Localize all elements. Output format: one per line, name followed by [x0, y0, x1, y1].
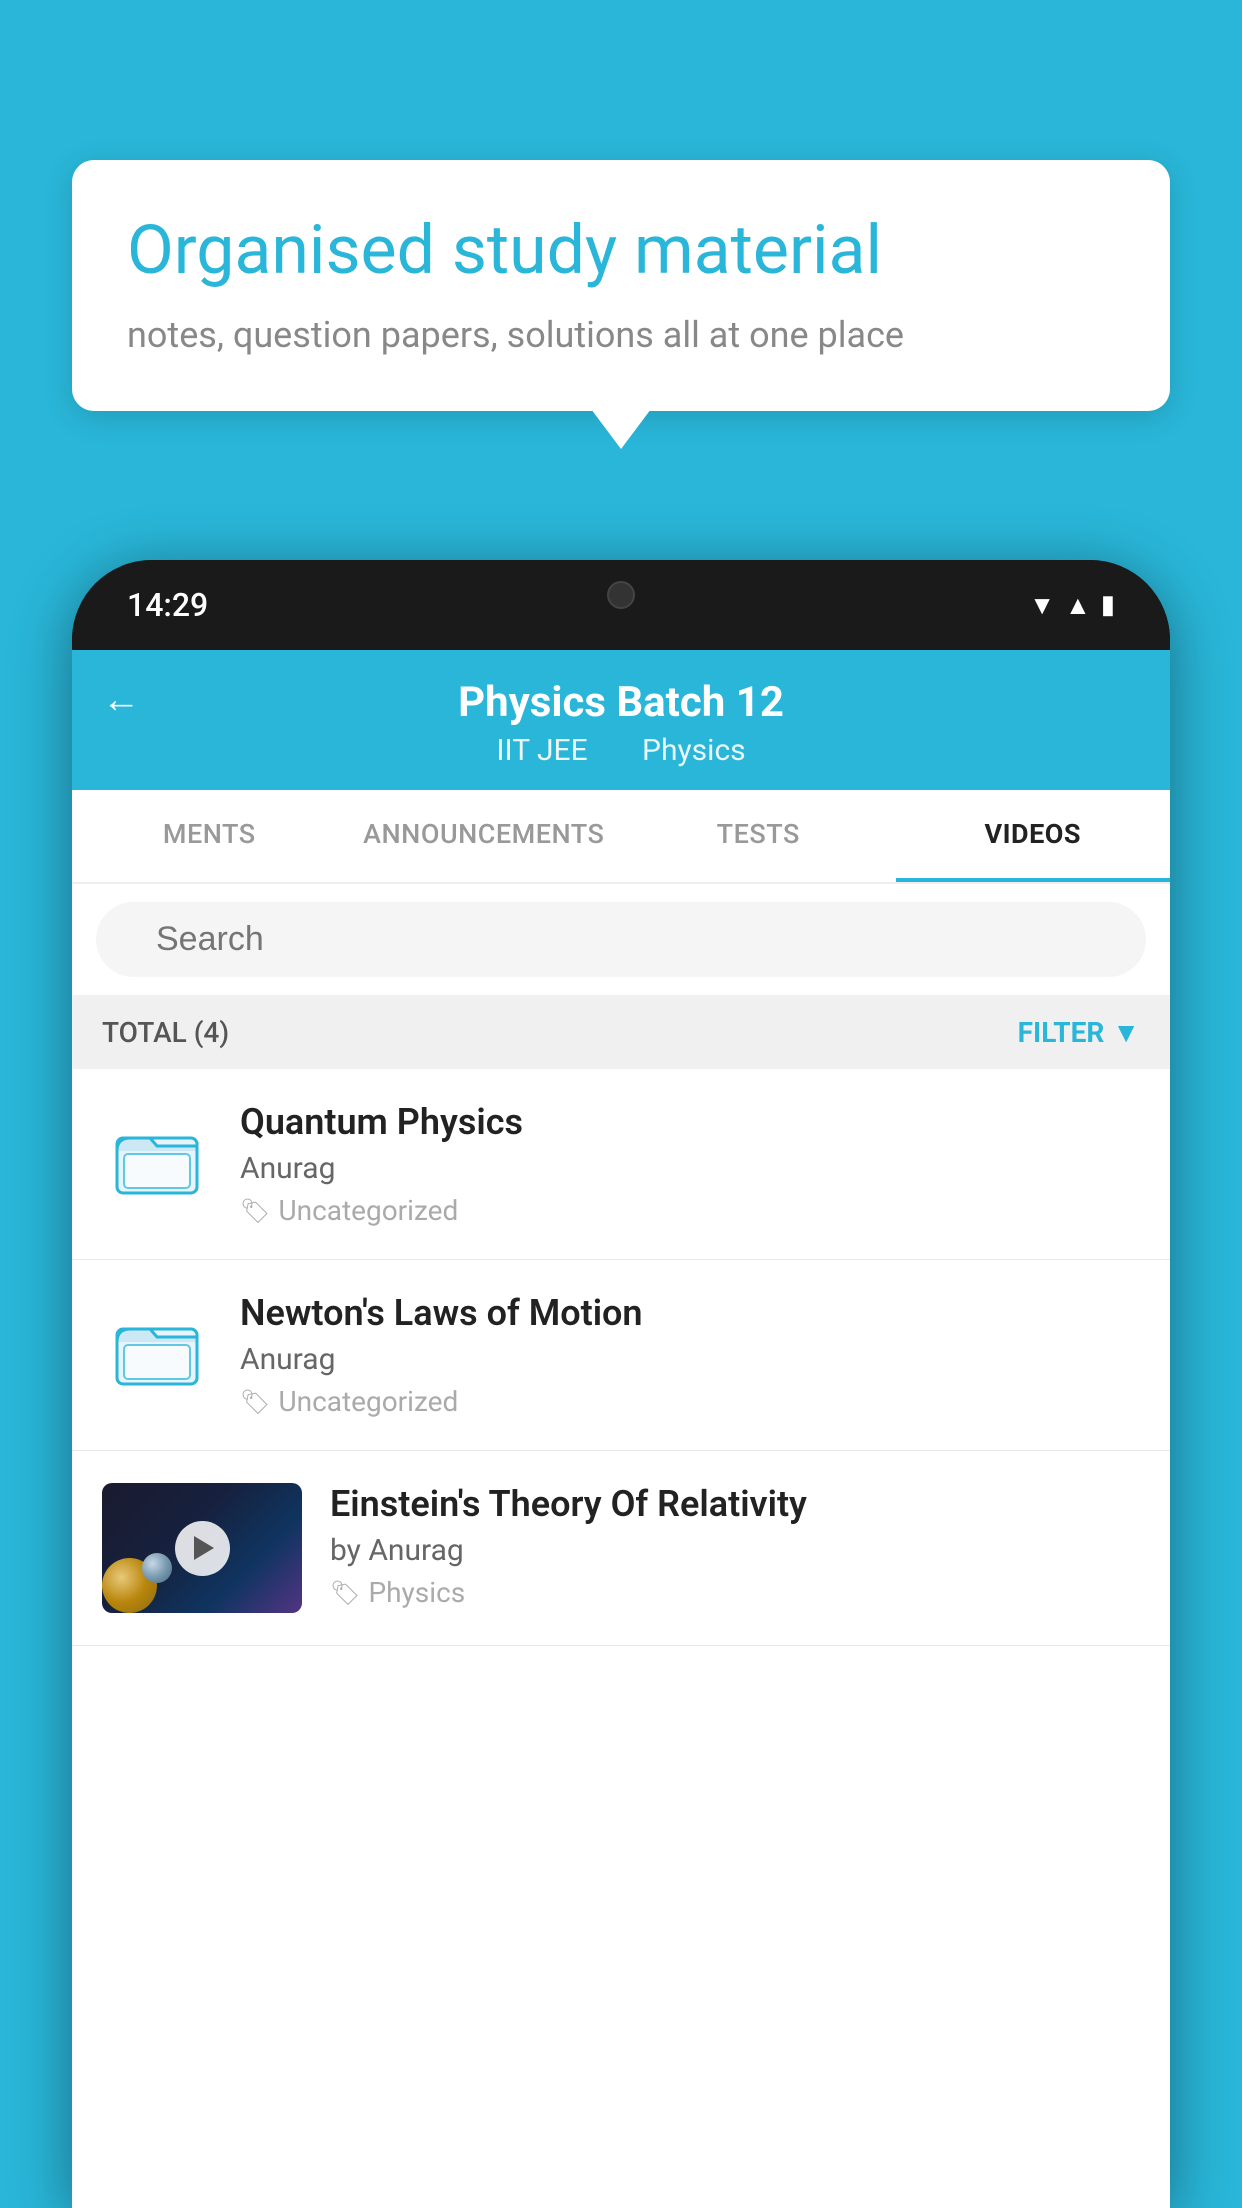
list-item[interactable]: Quantum Physics Anurag 🏷 Uncategorized — [72, 1069, 1170, 1260]
tag-icon: 🏷 — [240, 1197, 270, 1225]
phone-status-icons: ▼ ▲ ▮ — [1029, 590, 1115, 621]
play-icon — [194, 1536, 214, 1560]
video-info: Einstein's Theory Of Relativity by Anura… — [330, 1483, 1140, 1609]
speech-bubble-subtitle: notes, question papers, solutions all at… — [127, 314, 1115, 356]
phone-status-bar: 14:29 ▼ ▲ ▮ — [72, 560, 1170, 650]
video-author: Anurag — [240, 1342, 1140, 1377]
phone-screen: ← Physics Batch 12 IIT JEE Physics MENTS… — [72, 650, 1170, 2208]
total-count: TOTAL (4) — [102, 1016, 229, 1049]
video-author: Anurag — [240, 1151, 1140, 1186]
tab-videos[interactable]: VIDEOS — [896, 790, 1171, 882]
video-thumbnail — [102, 1483, 302, 1613]
search-wrapper: 🔍 — [96, 902, 1146, 977]
speech-bubble-title: Organised study material — [127, 210, 1115, 292]
subtitle-separator — [611, 733, 626, 768]
battery-icon: ▮ — [1101, 590, 1115, 620]
batch-subtitle: IIT JEE Physics — [488, 733, 753, 768]
phone-camera — [607, 581, 635, 609]
folder-icon — [112, 1307, 202, 1387]
tag-icon: 🏷 — [330, 1579, 360, 1607]
phone-frame: 14:29 ▼ ▲ ▮ ← Physics Batch 12 IIT JEE P… — [72, 560, 1170, 2208]
search-input[interactable] — [96, 902, 1146, 977]
video-author: by Anurag — [330, 1533, 1140, 1568]
list-item[interactable]: Newton's Laws of Motion Anurag 🏷 Uncateg… — [72, 1260, 1170, 1451]
tab-announcements[interactable]: ANNOUNCEMENTS — [347, 790, 622, 882]
video-info: Newton's Laws of Motion Anurag 🏷 Uncateg… — [240, 1292, 1140, 1418]
tab-bar: MENTS ANNOUNCEMENTS TESTS VIDEOS — [72, 790, 1170, 884]
video-list: Quantum Physics Anurag 🏷 Uncategorized — [72, 1069, 1170, 1646]
tag-icon: 🏷 — [240, 1388, 270, 1416]
video-title: Newton's Laws of Motion — [240, 1292, 1140, 1334]
video-tag: 🏷 Uncategorized — [240, 1385, 1140, 1418]
video-title: Quantum Physics — [240, 1101, 1140, 1143]
phone-time: 14:29 — [127, 586, 208, 624]
list-item[interactable]: Einstein's Theory Of Relativity by Anura… — [72, 1451, 1170, 1646]
play-button[interactable] — [175, 1521, 230, 1576]
subtitle-iitjee: IIT JEE — [496, 733, 587, 768]
folder-thumbnail — [102, 1292, 212, 1402]
video-tag: 🏷 Uncategorized — [240, 1194, 1140, 1227]
tab-tests[interactable]: TESTS — [621, 790, 896, 882]
tab-ments[interactable]: MENTS — [72, 790, 347, 882]
filter-button[interactable]: FILTER ▼ — [1018, 1016, 1140, 1049]
filter-bar: TOTAL (4) FILTER ▼ — [72, 996, 1170, 1069]
subtitle-physics: Physics — [642, 733, 746, 768]
search-bar: 🔍 — [72, 884, 1170, 996]
folder-icon — [112, 1116, 202, 1196]
planet-decoration-small — [142, 1553, 172, 1583]
wifi-icon: ▼ — [1029, 590, 1055, 621]
video-info: Quantum Physics Anurag 🏷 Uncategorized — [240, 1101, 1140, 1227]
speech-bubble: Organised study material notes, question… — [72, 160, 1170, 411]
folder-thumbnail — [102, 1101, 212, 1211]
signal-icon: ▲ — [1065, 590, 1091, 621]
filter-icon: ▼ — [1112, 1016, 1140, 1049]
batch-title: Physics Batch 12 — [458, 678, 784, 727]
video-tag: 🏷 Physics — [330, 1576, 1140, 1609]
phone-notch — [531, 560, 711, 630]
video-title: Einstein's Theory Of Relativity — [330, 1483, 1140, 1525]
back-button[interactable]: ← — [102, 678, 140, 722]
app-header: ← Physics Batch 12 IIT JEE Physics — [72, 650, 1170, 790]
